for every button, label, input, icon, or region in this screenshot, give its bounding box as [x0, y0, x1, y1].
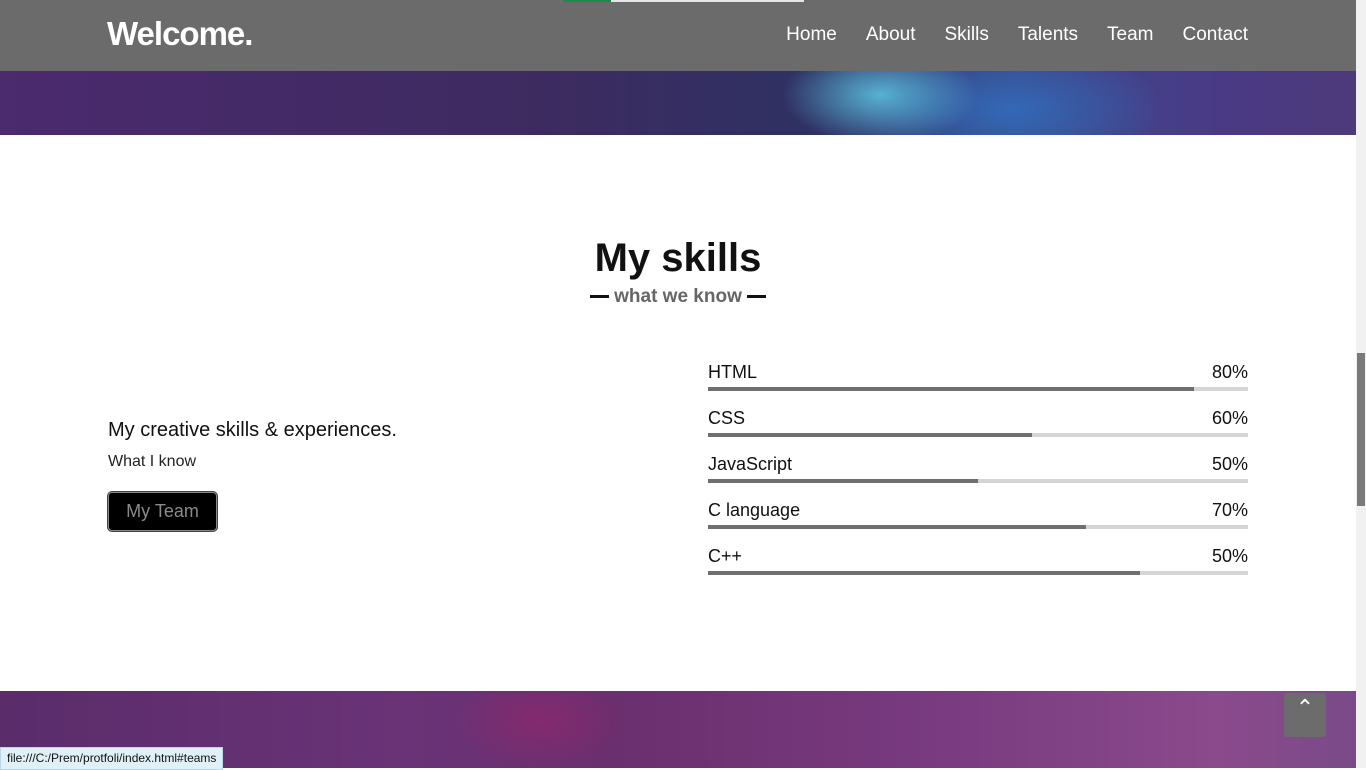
nav-link-about[interactable]: About [866, 24, 916, 46]
nav-link-talents[interactable]: Talents [1018, 24, 1078, 46]
skill-percent: 70% [1211, 500, 1248, 520]
skills-list: HTML 80% CSS 60% JavaScript 50% C langua… [708, 360, 1248, 590]
skill-percent: 50% [1211, 454, 1248, 474]
skill-progress-fill [708, 571, 1140, 575]
skill-progress-bar [708, 571, 1248, 575]
skill-name: CSS [708, 408, 746, 428]
subtitle-dash-right [746, 295, 766, 299]
navbar: Welcome. Home About Skills Talents Team … [0, 0, 1356, 71]
page-progress-track [611, 0, 804, 2]
subtitle-text: what we know [614, 286, 742, 307]
skill-progress-bar [708, 525, 1248, 529]
my-team-button[interactable]: My Team [108, 492, 217, 531]
skill-progress-bar [708, 387, 1248, 391]
skill-item: JavaScript 50% [708, 452, 1248, 498]
skill-name: C++ [708, 546, 743, 566]
skill-progress-bar [708, 479, 1248, 483]
skill-progress-fill [708, 479, 978, 483]
chevron-up-icon: ⌃ [1295, 695, 1315, 720]
skill-item: C++ 50% [708, 544, 1248, 590]
skill-percent: 50% [1211, 546, 1248, 566]
nav-link-contact[interactable]: Contact [1183, 24, 1248, 46]
skill-item: HTML 80% [708, 360, 1248, 406]
section-subtitle: what we know [0, 286, 1356, 308]
skill-progress-fill [708, 387, 1194, 391]
status-bar-url: file:///C:/Prem/protfoli/index.html#team… [0, 747, 224, 770]
skill-percent: 60% [1211, 408, 1248, 428]
nav-link-team[interactable]: Team [1107, 24, 1153, 46]
skill-progress-fill [708, 525, 1086, 529]
intro-text: What I know [108, 453, 197, 470]
section-title: My skills [594, 236, 762, 280]
skill-progress-bar [708, 433, 1248, 437]
page-progress-indicator [563, 0, 611, 2]
back-to-top-button[interactable]: ⌃ [1284, 693, 1326, 737]
skill-item: C language 70% [708, 498, 1248, 544]
scrollbar-thumb[interactable] [1357, 353, 1365, 506]
nav-link-skills[interactable]: Skills [945, 24, 989, 46]
brand-logo[interactable]: Welcome. [107, 15, 253, 53]
nav-menu: Home About Skills Talents Team Contact [786, 24, 1248, 46]
skill-name: HTML [708, 362, 757, 382]
skill-item: CSS 60% [708, 406, 1248, 452]
skill-name: C language [708, 500, 801, 520]
skill-name: JavaScript [708, 454, 793, 474]
subtitle-dash-left [590, 295, 610, 299]
nav-link-home[interactable]: Home [786, 24, 837, 46]
skill-progress-fill [708, 433, 1032, 437]
intro-heading: My creative skills & experiences. [108, 419, 397, 441]
skill-percent: 80% [1211, 362, 1248, 382]
